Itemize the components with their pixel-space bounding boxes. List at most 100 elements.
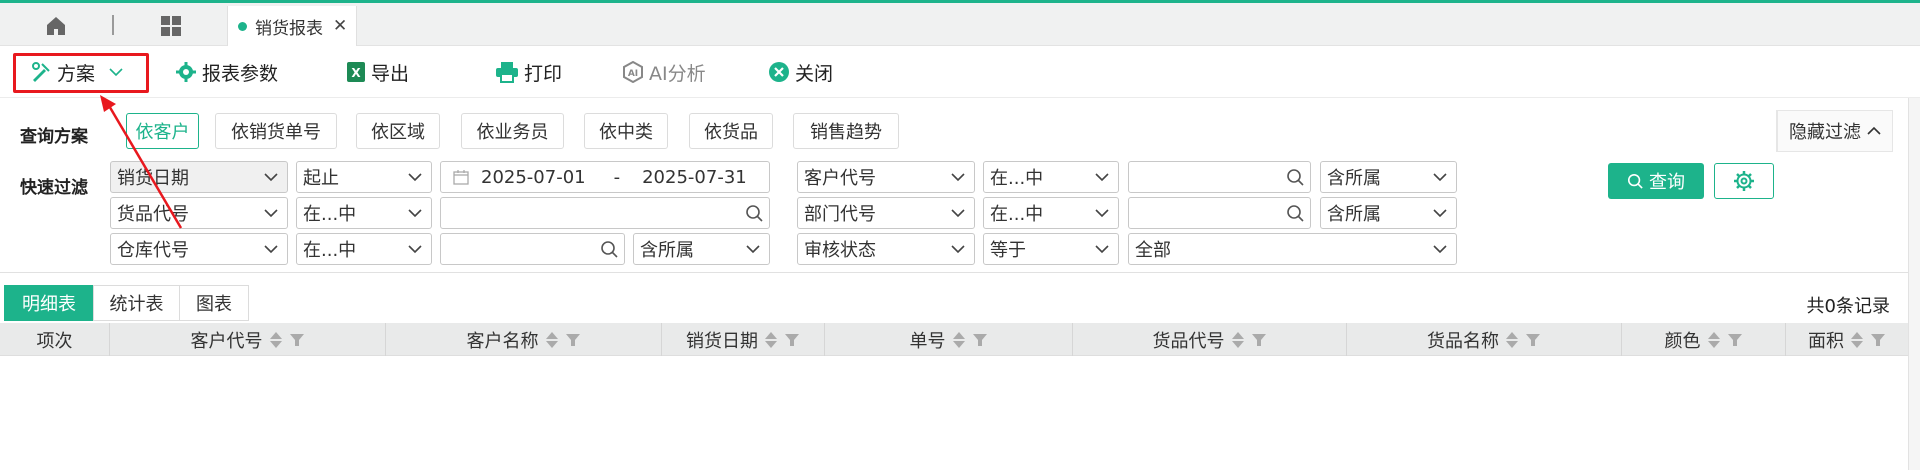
filter-icon[interactable]: [1525, 332, 1541, 348]
search-icon[interactable]: [745, 204, 763, 222]
filter-icon[interactable]: [972, 332, 988, 348]
scheme-chip[interactable]: 依货品: [689, 113, 773, 149]
home-button[interactable]: [28, 9, 84, 43]
filter-field-select[interactable]: 货品代号: [110, 197, 288, 229]
filter-icon[interactable]: [1727, 332, 1743, 348]
column-header[interactable]: 客户名称: [386, 323, 662, 356]
tab-statistics[interactable]: 统计表: [93, 285, 180, 321]
filter-value-input[interactable]: [440, 197, 770, 229]
column-header[interactable]: 项次: [0, 323, 110, 356]
vertical-scrollbar[interactable]: [1908, 98, 1920, 470]
chevron-down-icon: [408, 209, 422, 218]
sort-icon[interactable]: [545, 331, 559, 349]
filter-icon[interactable]: [1251, 332, 1267, 348]
search-icon[interactable]: [1286, 168, 1304, 186]
filter-value-input[interactable]: [1128, 161, 1311, 193]
filter-scope-value: 含所属: [1327, 204, 1381, 225]
printer-icon: [496, 62, 518, 83]
hide-filter-label: 隐藏过滤: [1789, 122, 1861, 143]
sort-icon[interactable]: [952, 331, 966, 349]
ai-analysis-button[interactable]: AI AI分析: [622, 54, 706, 90]
filter-op-select[interactable]: 在...中: [296, 197, 432, 229]
scheme-chip[interactable]: 依中类: [584, 113, 668, 149]
scheme-chip[interactable]: 依销货单号: [215, 113, 337, 149]
filter-value-input[interactable]: [1128, 197, 1311, 229]
sort-icon[interactable]: [1707, 331, 1721, 349]
filter-op-select[interactable]: 起止: [296, 161, 432, 193]
report-params-button[interactable]: 报表参数: [175, 54, 278, 90]
tab-sales-report[interactable]: 销货报表 ✕: [227, 6, 357, 46]
chevron-down-icon: [1433, 245, 1447, 254]
filter-icon[interactable]: [565, 332, 581, 348]
column-title: 销货日期: [686, 330, 758, 352]
filter-icon[interactable]: [1870, 332, 1886, 348]
filter-field-select[interactable]: 审核状态: [797, 233, 975, 265]
search-icon[interactable]: [600, 240, 618, 258]
filter-op-select[interactable]: 在...中: [296, 233, 432, 265]
chevron-down-icon: [746, 245, 760, 254]
close-icon[interactable]: ✕: [333, 16, 347, 36]
sort-icon[interactable]: [269, 331, 283, 349]
table-header: 项次 客户代号 客户名称 销货日期 单号 货品代号 货品名称 颜色 面积: [0, 323, 1920, 356]
filter-scope-value: 含所属: [640, 240, 694, 261]
scheme-chip[interactable]: 依区域: [356, 113, 440, 149]
print-button[interactable]: 打印: [495, 54, 562, 90]
filter-value-select[interactable]: 全部: [1128, 233, 1457, 265]
export-button[interactable]: X 导出: [346, 54, 409, 90]
sort-icon[interactable]: [1850, 331, 1864, 349]
column-header[interactable]: 货品代号: [1073, 323, 1347, 356]
gear-icon: [176, 62, 196, 82]
filter-scope-select[interactable]: 含所属: [1320, 161, 1457, 193]
close-button[interactable]: 关闭: [768, 54, 833, 90]
column-header[interactable]: 单号: [825, 323, 1073, 356]
filter-scope-select[interactable]: 含所属: [1320, 197, 1457, 229]
filter-icon[interactable]: [289, 332, 305, 348]
apps-button[interactable]: [148, 9, 194, 43]
query-label: 查询: [1649, 172, 1685, 193]
scheme-chip[interactable]: 销售趋势: [793, 113, 899, 149]
scheme-chip[interactable]: 依客户: [126, 113, 199, 149]
filter-icon[interactable]: [784, 332, 800, 348]
scheme-chip[interactable]: 依业务员: [461, 113, 564, 149]
chevron-down-icon: [408, 173, 422, 182]
filter-field-select[interactable]: 仓库代号: [110, 233, 288, 265]
column-header[interactable]: 销货日期: [662, 323, 825, 356]
filter-field-select[interactable]: 部门代号: [797, 197, 975, 229]
search-icon[interactable]: [1286, 204, 1304, 222]
chevron-up-icon: [1867, 126, 1881, 135]
tab-chart[interactable]: 图表: [179, 285, 249, 321]
filter-scope-select[interactable]: 含所属: [633, 233, 770, 265]
query-button[interactable]: 查询: [1608, 163, 1704, 199]
filter-value-input[interactable]: [440, 233, 625, 265]
column-header[interactable]: 货品名称: [1347, 323, 1622, 356]
search-icon: [1627, 173, 1643, 189]
query-scheme-label: 查询方案: [20, 127, 88, 147]
hide-filter-button[interactable]: 隐藏过滤: [1776, 110, 1893, 152]
date-to: 2025-07-31: [642, 166, 747, 188]
filter-op-value: 在...中: [303, 204, 357, 225]
ai-icon: AI: [623, 61, 643, 83]
print-label: 打印: [524, 62, 563, 85]
filter-field-select[interactable]: 销货日期: [110, 161, 288, 193]
date-from: 2025-07-01: [481, 166, 586, 188]
filter-op-select[interactable]: 等于: [983, 233, 1119, 265]
filter-field-value: 审核状态: [804, 240, 876, 261]
sort-icon[interactable]: [1231, 331, 1245, 349]
section-divider: [0, 272, 1920, 273]
column-title: 颜色: [1664, 330, 1701, 352]
chevron-down-icon: [408, 245, 422, 254]
filter-op-select[interactable]: 在...中: [983, 161, 1119, 193]
chevron-down-icon: [1433, 173, 1447, 182]
filter-op-select[interactable]: 在...中: [983, 197, 1119, 229]
tab-detail[interactable]: 明细表: [4, 285, 94, 321]
column-header[interactable]: 面积: [1786, 323, 1908, 356]
sort-icon[interactable]: [764, 331, 778, 349]
svg-text:AI: AI: [628, 69, 638, 79]
active-dot: [238, 21, 247, 31]
column-header[interactable]: 颜色: [1622, 323, 1786, 356]
column-header[interactable]: 客户代号: [110, 323, 386, 356]
filter-field-select[interactable]: 客户代号: [797, 161, 975, 193]
sort-icon[interactable]: [1505, 331, 1519, 349]
date-range-input[interactable]: 2025-07-01 - 2025-07-31: [440, 161, 770, 193]
filter-settings-button[interactable]: [1714, 163, 1774, 199]
